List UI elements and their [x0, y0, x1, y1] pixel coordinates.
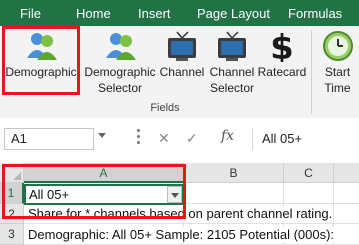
channel-selector-button[interactable]: Channel Selector	[207, 26, 257, 102]
enter-icon[interactable]: ✓	[186, 130, 198, 147]
row-header-3[interactable]: 3	[0, 224, 24, 245]
column-header-d[interactable]	[334, 163, 359, 183]
start-time-label-line2: Time	[324, 81, 351, 95]
start-time-label: Start Time	[316, 64, 359, 96]
svg-text:$: $	[270, 30, 294, 62]
column-header-c[interactable]: C	[284, 163, 334, 183]
cell-a3[interactable]: Demographic: All 05+ Sample: 2105 Potent…	[28, 227, 335, 242]
formula-bar-grip-icon	[137, 129, 141, 147]
demographic-highlight-box	[2, 26, 80, 95]
channel-button-label: Channel	[159, 65, 205, 79]
ratecard-button[interactable]: $ Ratecard	[257, 26, 307, 102]
channel-selector-label: Channel Selector	[207, 64, 257, 96]
cancel-icon[interactable]: ✕	[158, 130, 170, 147]
start-time-label-line1: Start	[324, 65, 351, 79]
tv-channel-icon	[168, 31, 196, 61]
start-time-button[interactable]: Start Time	[316, 26, 359, 102]
name-box[interactable]: A1	[4, 128, 94, 150]
demographic-selector-label-line1: Demographic	[84, 65, 156, 79]
demographic-selector-button[interactable]: Demographic Selector	[83, 26, 157, 102]
fields-group-label: Fields	[150, 102, 180, 114]
table-row: Demographic: All 05+ Sample: 2105 Potent…	[24, 224, 359, 245]
tab-insert[interactable]: Insert	[138, 0, 171, 26]
insert-function-icon[interactable]: fx	[221, 128, 234, 144]
ribbon: Demographic Demographic Selector Channel	[0, 26, 359, 119]
demographic-selector-icon	[106, 33, 136, 60]
formula-input[interactable]: All 05+	[252, 128, 357, 150]
cell-a1-highlight-box	[2, 164, 186, 219]
demographic-selector-label-line2: Selector	[97, 81, 143, 95]
tab-formulas[interactable]: Formulas	[288, 0, 342, 26]
tab-page-layout[interactable]: Page Layout	[197, 0, 270, 26]
dollar-icon: $	[270, 30, 294, 62]
tab-file[interactable]: File	[20, 0, 41, 26]
column-header-b[interactable]: B	[184, 163, 284, 183]
ratecard-button-label: Ratecard	[257, 65, 307, 79]
tv-channel-selector-icon	[218, 31, 246, 61]
name-box-dropdown-icon[interactable]	[98, 133, 106, 138]
channel-selector-label-line1: Channel	[209, 65, 255, 79]
demographic-selector-label: Demographic Selector	[83, 64, 157, 96]
tab-home[interactable]: Home	[76, 0, 111, 26]
clock-icon	[322, 31, 353, 61]
formula-bar: A1 ✕ ✓ fx All 05+	[0, 118, 359, 164]
channel-button[interactable]: Channel	[157, 26, 207, 102]
ribbon-tab-bar: File Home Insert Page Layout Formulas	[0, 0, 359, 26]
channel-selector-label-line2: Selector	[209, 81, 255, 95]
